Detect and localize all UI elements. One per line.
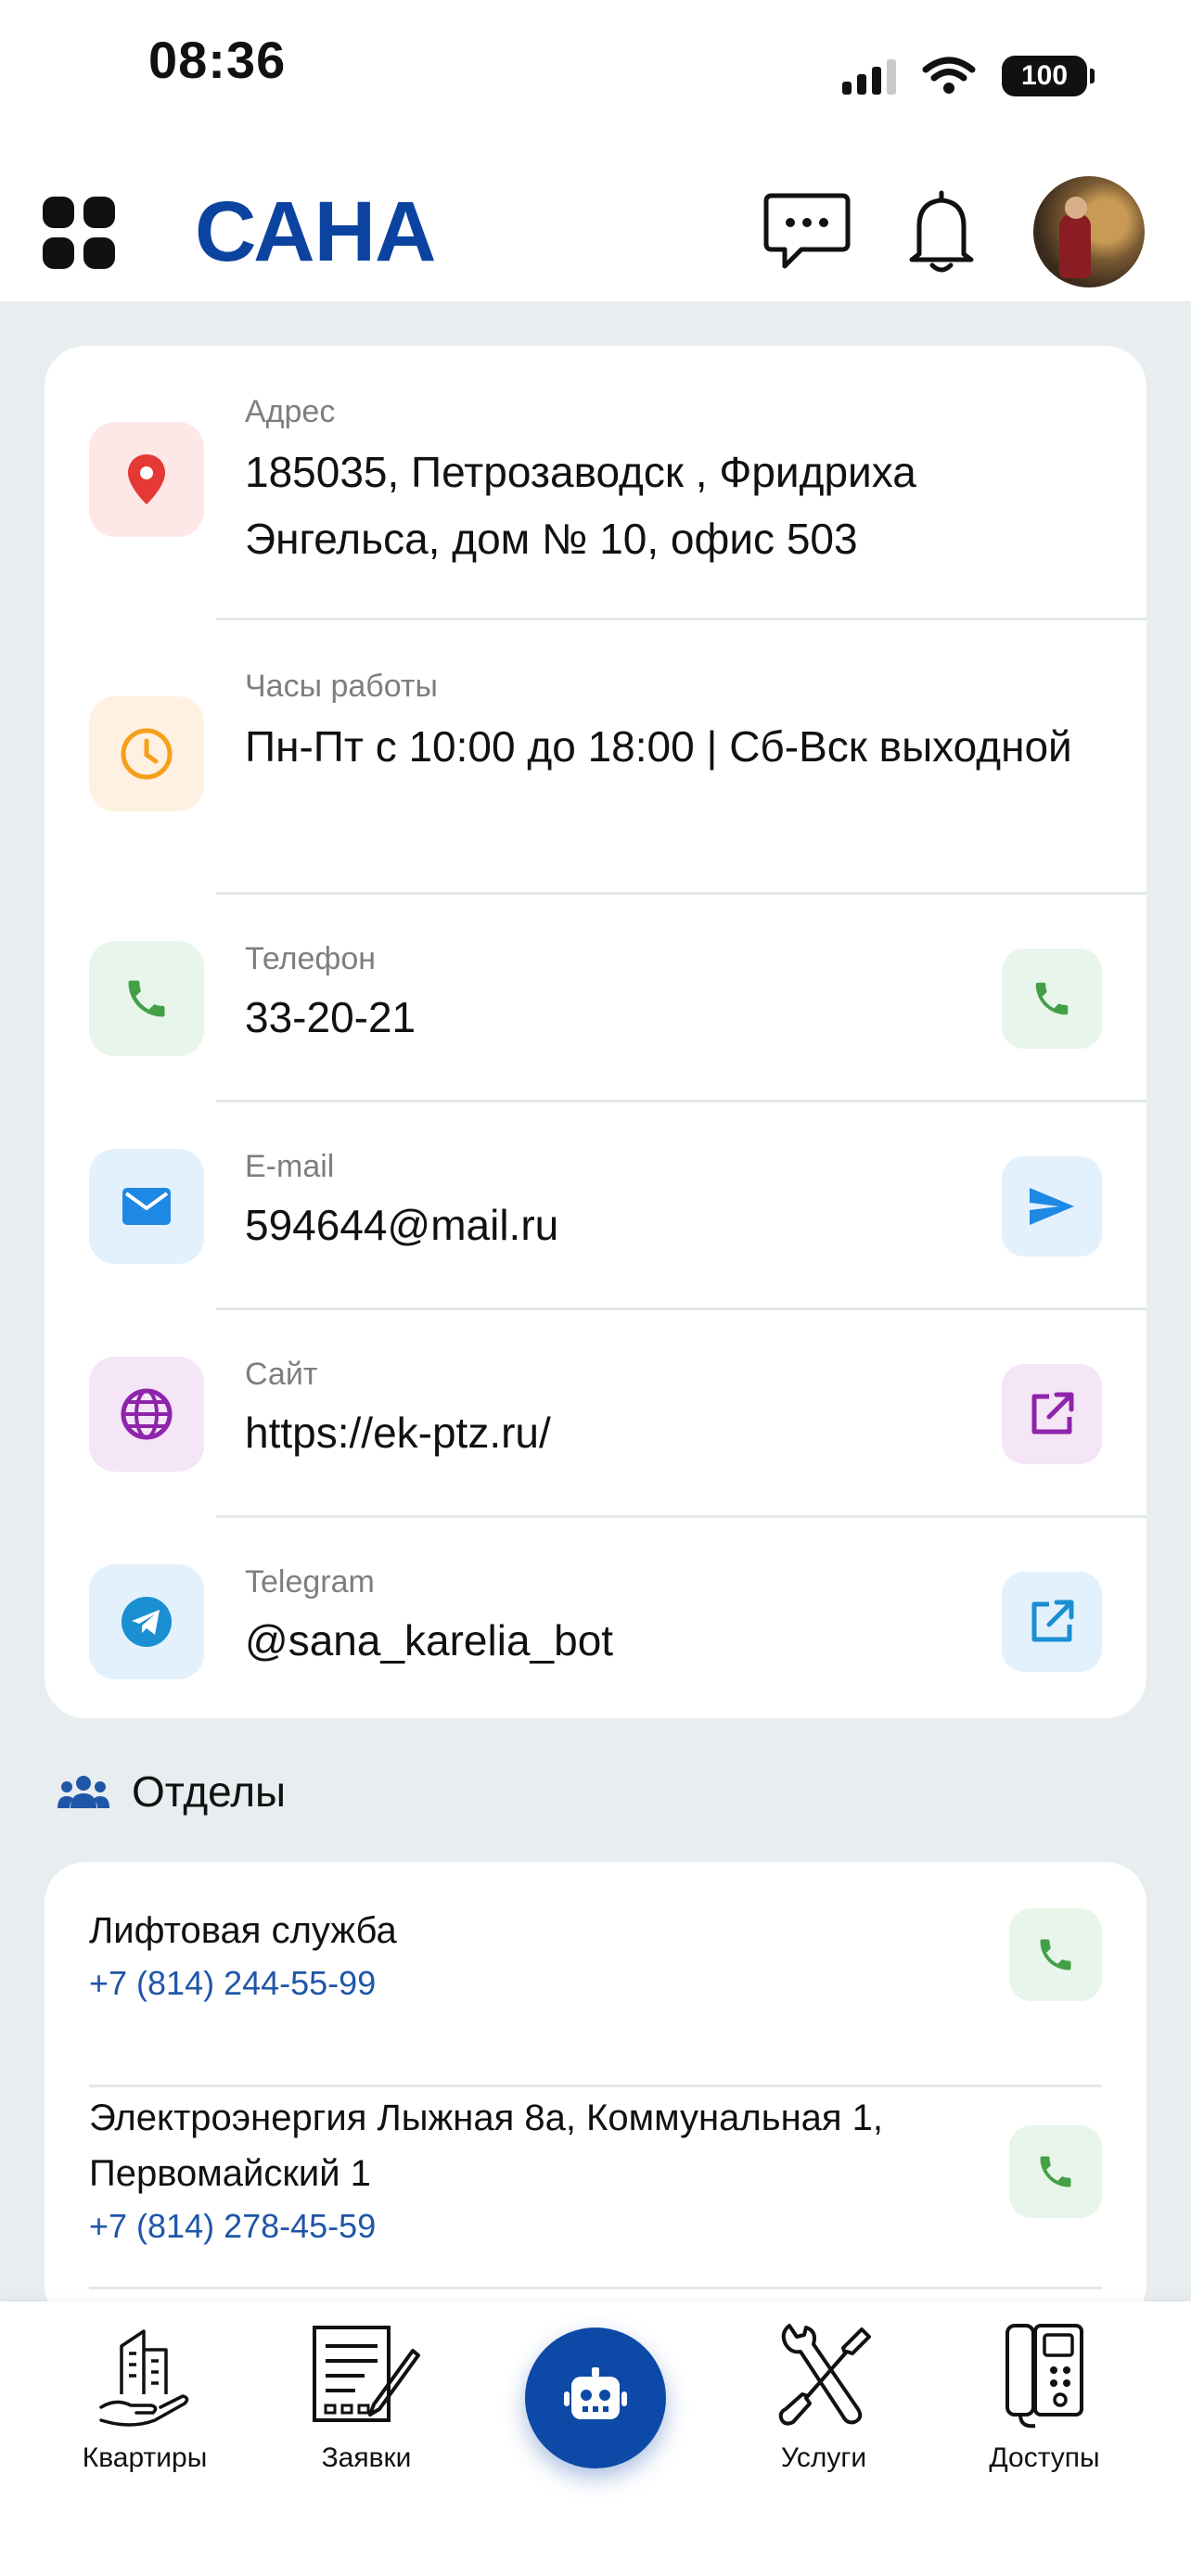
call-button[interactable]	[1009, 2125, 1102, 2218]
globe-icon	[121, 1388, 173, 1440]
contact-row-website: Сайт https://ek-ptz.ru/	[45, 1310, 1146, 1518]
contact-label: E-mail	[245, 1149, 335, 1184]
nav-requests[interactable]: Заявки	[264, 2320, 468, 2474]
form-pen-icon	[313, 2326, 420, 2422]
department-name: Лифтовая служба	[89, 1910, 397, 1951]
contact-row-phone: Телефон 33-20-21	[45, 895, 1146, 1103]
address-icon-box	[89, 422, 204, 537]
section-title: Отделы	[132, 1767, 287, 1816]
row-divider	[89, 2287, 1102, 2289]
phone-icon-box	[89, 941, 204, 1056]
contact-value: 33-20-21	[245, 993, 416, 1041]
phone-icon	[128, 980, 165, 1017]
telegram-icon	[122, 1597, 172, 1647]
status-bar: 08:36 100	[0, 0, 1191, 148]
contacts-card: Адрес 185035, Петрозаводск , Фридриха Эн…	[45, 346, 1146, 1718]
assistant-bot-button[interactable]	[525, 2327, 666, 2468]
menu-grid-icon[interactable]	[43, 197, 115, 269]
website-icon-box	[89, 1357, 204, 1472]
external-link-icon	[1031, 1392, 1074, 1435]
app-header: САНА	[0, 148, 1191, 301]
telegram-icon-box	[89, 1564, 204, 1679]
nav-apartments[interactable]: Квартиры	[43, 2320, 247, 2474]
wifi-icon	[922, 57, 976, 94]
contact-label: Адрес	[245, 394, 336, 429]
nav-label: Услуги	[780, 2442, 867, 2473]
robot-icon	[564, 2367, 627, 2419]
department-name: Электроэнергия Лыжная 8а, Коммунальная 1…	[89, 2098, 884, 2194]
phone-icon	[1035, 982, 1069, 1015]
hours-icon-box	[89, 696, 204, 811]
bottom-navigation: Квартиры Заявки Услуги Доступы	[0, 2302, 1191, 2576]
contact-row-hours: Часы работы Пн-Пт с 10:00 до 18:00 | Сб-…	[45, 620, 1146, 895]
contact-label: Часы работы	[245, 669, 438, 704]
external-link-icon	[1031, 1600, 1074, 1642]
user-avatar[interactable]	[1033, 176, 1145, 287]
phone-icon	[1040, 1939, 1071, 1970]
contact-value: @sana_karelia_bot	[245, 1616, 614, 1664]
list-item[interactable]: Лифтовая служба +7 (814) 244-55-99	[89, 1903, 1102, 2087]
phone-icon	[1040, 2156, 1071, 2187]
nav-access[interactable]: Доступы	[942, 2320, 1146, 2474]
battery-indicator: 100	[1002, 56, 1095, 96]
contact-row-address: Адрес 185035, Петрозаводск , Фридриха Эн…	[45, 346, 1146, 620]
tools-icon	[778, 2324, 871, 2426]
departments-heading: Отделы	[56, 1766, 286, 1817]
status-icons: 100	[842, 56, 1095, 96]
open-telegram-button[interactable]	[1002, 1572, 1102, 1672]
contact-row-email: E-mail 594644@mail.ru	[45, 1103, 1146, 1310]
contact-value: 594644@mail.ru	[245, 1201, 559, 1249]
notifications-button[interactable]	[895, 185, 988, 278]
list-item[interactable]: Электроэнергия Лыжная 8а, Коммунальная 1…	[89, 2090, 1102, 2303]
send-icon	[1030, 1188, 1074, 1225]
contact-value: https://ek-ptz.ru/	[245, 1409, 551, 1457]
contact-value: 185035, Петрозаводск , Фридриха Энгельса…	[245, 448, 916, 563]
contact-row-telegram: Telegram @sana_karelia_bot	[45, 1518, 1146, 1718]
department-phone[interactable]: +7 (814) 244-55-99	[89, 1964, 1102, 2003]
call-button[interactable]	[1009, 1908, 1102, 2001]
intercom-icon	[1005, 2324, 1083, 2429]
envelope-icon	[122, 1188, 171, 1225]
nav-label: Доступы	[989, 2442, 1100, 2473]
email-icon-box	[89, 1149, 204, 1264]
contact-label: Сайт	[245, 1357, 318, 1392]
app-logo: САНА	[195, 185, 436, 279]
open-website-button[interactable]	[1002, 1364, 1102, 1464]
bell-icon	[909, 190, 974, 273]
nav-label: Заявки	[321, 2442, 412, 2473]
users-group-icon	[58, 1776, 109, 1808]
row-divider	[89, 2085, 1102, 2087]
nav-services[interactable]: Услуги	[722, 2320, 926, 2474]
nav-label: Квартиры	[82, 2442, 208, 2473]
department-phone[interactable]: +7 (814) 278-45-59	[89, 2207, 1102, 2246]
chat-button[interactable]	[761, 185, 853, 278]
status-time: 08:36	[148, 31, 287, 89]
send-email-button[interactable]	[1002, 1156, 1102, 1256]
building-hand-icon	[99, 2329, 189, 2427]
contact-value: Пн-Пт с 10:00 до 18:00 | Сб-Вск выходной	[245, 722, 1072, 771]
departments-card: Лифтовая служба +7 (814) 244-55-99 Элект…	[45, 1862, 1146, 2326]
call-button[interactable]	[1002, 949, 1102, 1049]
chat-bubble-icon	[763, 193, 851, 269]
contact-label: Телефон	[245, 941, 377, 976]
cellular-signal-icon	[842, 57, 896, 95]
contact-label: Telegram	[245, 1564, 375, 1600]
clock-icon	[121, 728, 173, 780]
location-pin-icon	[128, 454, 165, 504]
